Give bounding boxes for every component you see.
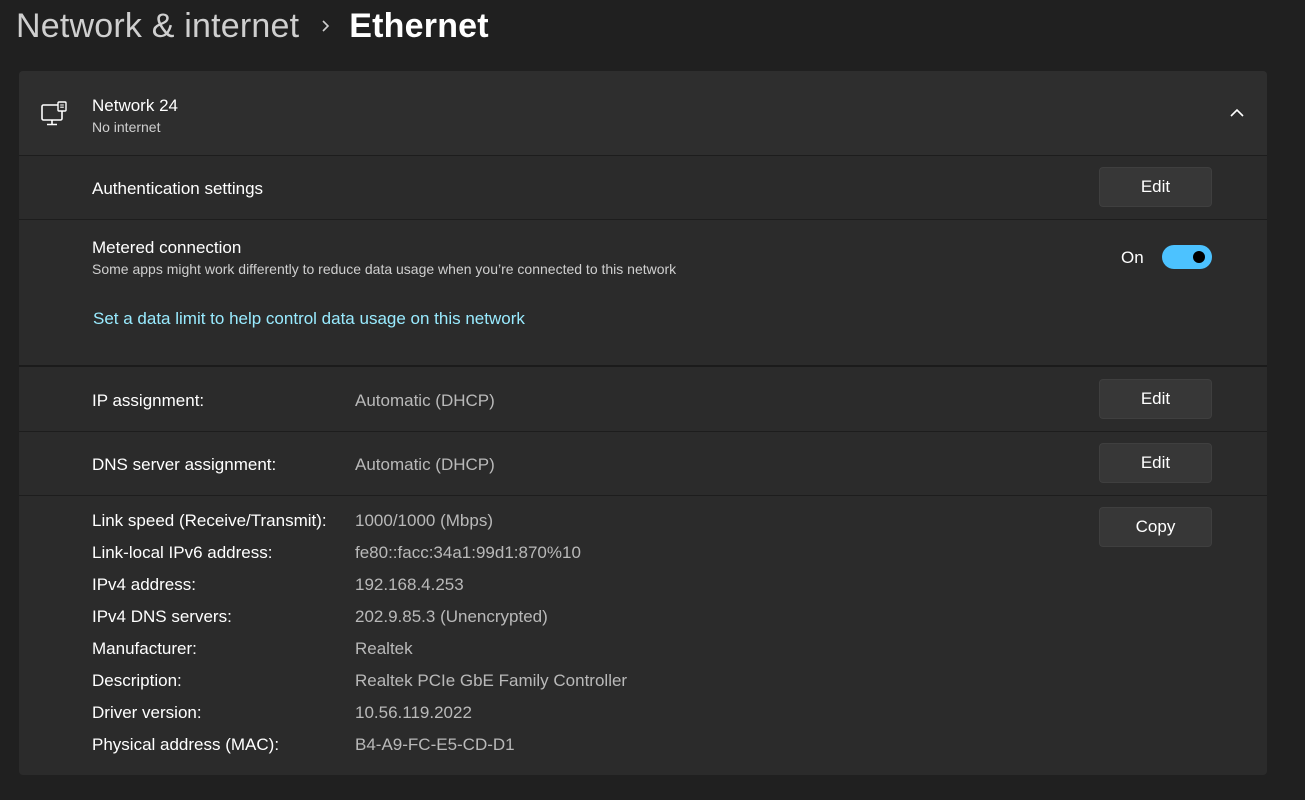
metered-toggle-state: On — [1121, 248, 1144, 267]
property-label: Description: — [92, 671, 182, 690]
property-value: Realtek PCIe GbE Family Controller — [355, 671, 628, 690]
network-name: Network 24 — [92, 96, 178, 115]
page-title: Ethernet — [349, 6, 489, 45]
authentication-settings-label: Authentication settings — [92, 179, 264, 198]
data-limit-link[interactable]: Set a data limit to help control data us… — [93, 309, 525, 329]
property-value: 202.9.85.3 (Unencrypted) — [355, 607, 548, 626]
toggle-knob — [1193, 251, 1205, 263]
divider — [19, 495, 1267, 496]
ethernet-monitor-icon — [40, 100, 68, 128]
property-label: Driver version: — [92, 703, 202, 722]
chevron-up-icon[interactable] — [1221, 101, 1253, 125]
authentication-edit-button[interactable]: Edit — [1099, 167, 1212, 207]
property-value: 10.56.119.2022 — [355, 703, 472, 722]
copy-properties-button[interactable]: Copy — [1099, 507, 1212, 547]
dns-assignment-value: Automatic (DHCP) — [355, 455, 495, 474]
metered-connection-description: Some apps might work differently to redu… — [92, 261, 677, 277]
dns-assignment-edit-button[interactable]: Edit — [1099, 443, 1212, 483]
property-value: 192.168.4.253 — [355, 575, 464, 594]
property-value: Realtek — [355, 639, 413, 658]
dns-assignment-label: DNS server assignment: — [92, 455, 277, 474]
property-value: fe80::facc:34a1:99d1:870%10 — [355, 543, 581, 562]
network-header[interactable]: Network 24 No internet — [19, 71, 1267, 155]
divider — [19, 219, 1267, 220]
metered-connection-toggle[interactable] — [1162, 245, 1212, 269]
network-status: No internet — [92, 119, 161, 135]
property-label: IPv4 address: — [92, 575, 196, 594]
property-label: Physical address (MAC): — [92, 735, 280, 754]
breadcrumb: Network & internet Ethernet — [16, 4, 489, 48]
property-value: 1000/1000 (Mbps) — [355, 511, 493, 530]
section-divider — [19, 365, 1267, 367]
ethernet-card: Network 24 No internet Authentication se… — [19, 71, 1267, 775]
property-value: B4-A9-FC-E5-CD-D1 — [355, 735, 515, 754]
property-label: Link-local IPv6 address: — [92, 543, 273, 562]
breadcrumb-parent[interactable]: Network & internet — [16, 7, 299, 46]
metered-connection-label: Metered connection — [92, 238, 242, 257]
ip-assignment-label: IP assignment: — [92, 391, 205, 410]
property-label: Manufacturer: — [92, 639, 197, 658]
property-label: Link speed (Receive/Transmit): — [92, 511, 327, 530]
divider — [19, 155, 1267, 156]
property-label: IPv4 DNS servers: — [92, 607, 232, 626]
divider — [19, 431, 1267, 432]
ip-assignment-value: Automatic (DHCP) — [355, 391, 495, 410]
ip-assignment-edit-button[interactable]: Edit — [1099, 379, 1212, 419]
chevron-right-icon — [321, 19, 331, 33]
